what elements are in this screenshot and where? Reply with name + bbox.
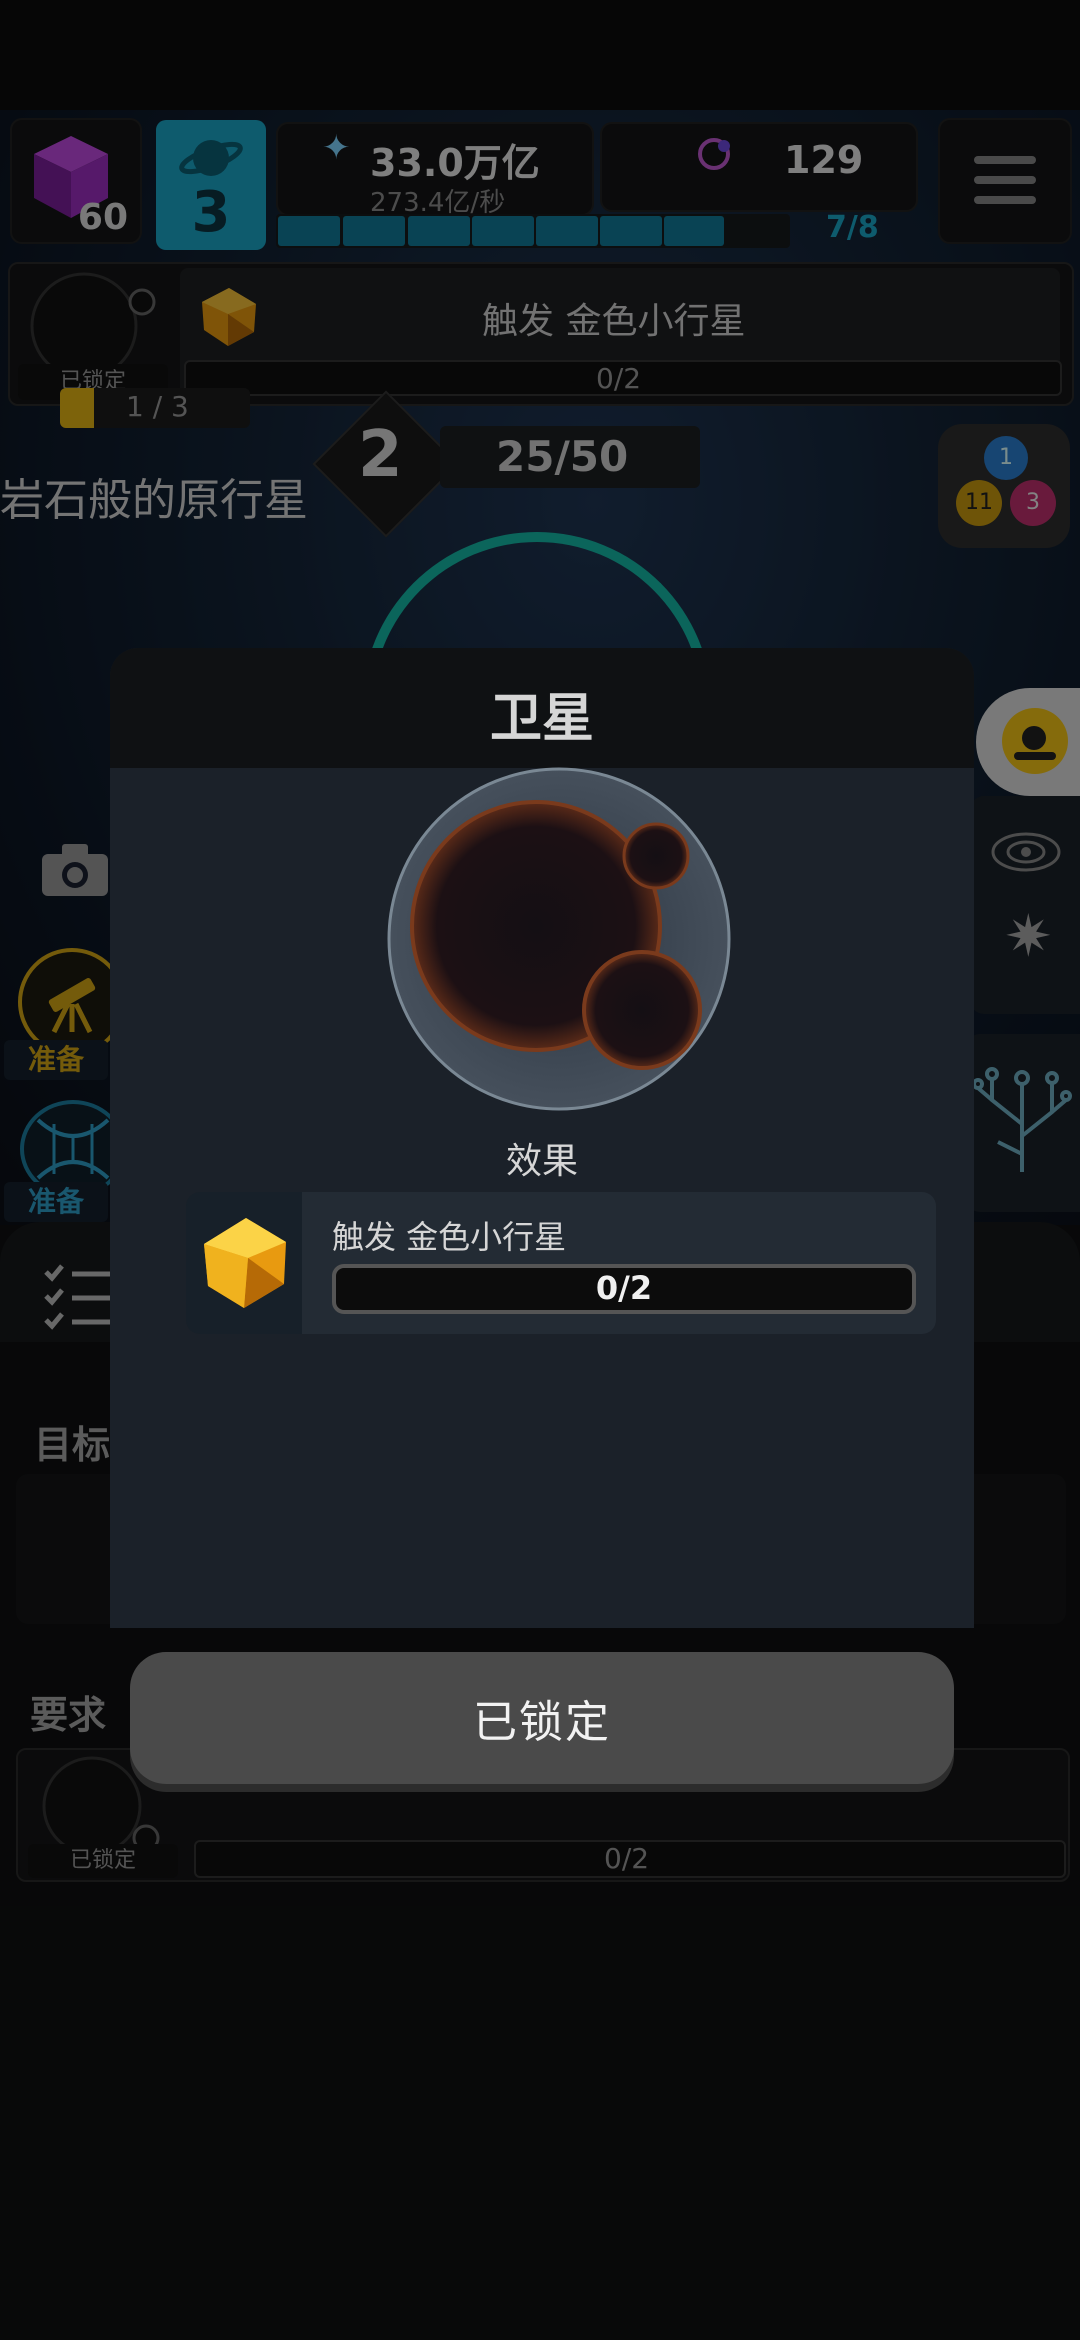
effect-heading: 效果 xyxy=(505,1141,578,1182)
gold-asteroid-icon xyxy=(204,1218,286,1308)
modal-header: 卫星 xyxy=(110,648,974,768)
satellite-illustration xyxy=(387,767,731,1111)
modal-title: 卫星 xyxy=(489,689,594,749)
locked-button[interactable]: 已锁定 xyxy=(130,1652,954,1784)
effect-progress-bar: 0/2 xyxy=(332,1264,916,1314)
satellite-modal: 卫星 效果 触发 金色小行星 0/2 xyxy=(110,648,974,1628)
effect-title: 触发 金色小行星 xyxy=(332,1218,567,1256)
effect-icon-box xyxy=(186,1192,310,1334)
effect-count: 0/2 xyxy=(595,1269,653,1307)
locked-button-label: 已锁定 xyxy=(473,1697,611,1748)
effect-card: 触发 金色小行星 0/2 xyxy=(302,1192,936,1334)
